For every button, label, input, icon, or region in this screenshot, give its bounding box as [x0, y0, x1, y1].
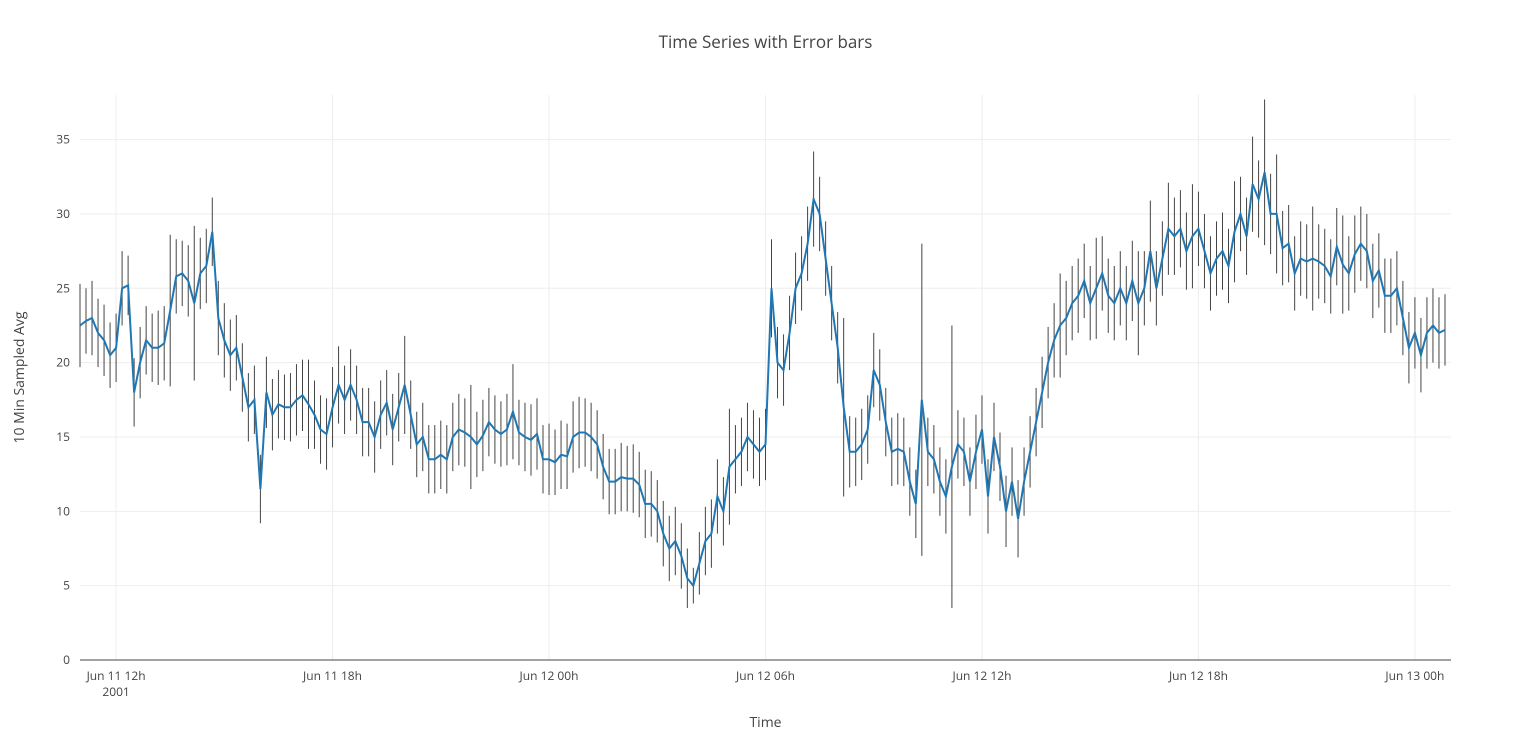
- x-tick-label: Jun 12 00h: [519, 667, 579, 684]
- y-tick-label: 15: [56, 428, 70, 445]
- x-axis-label: Time: [749, 713, 781, 732]
- y-axis-label: 10 Min Sampled Avg: [10, 311, 29, 443]
- y-tick-label: 10: [56, 502, 70, 519]
- x-tick-label: Jun 11 12h: [86, 667, 146, 684]
- chart-svg[interactable]: 0 5 10 15 20 25 30 35 Jun 11 12h2001 Jun 11 18h Ju…: [0, 0, 1531, 755]
- y-tick-label: 35: [56, 131, 70, 148]
- x-tick-label: Jun 11 18h: [302, 667, 362, 684]
- y-tick-label: 20: [56, 354, 70, 371]
- y-tick-label: 25: [56, 279, 70, 296]
- y-tick-label: 0: [63, 651, 70, 668]
- y-tick-label: 5: [63, 577, 70, 594]
- x-tick-label: Jun 12 18h: [1168, 667, 1228, 684]
- y-tick-label: 30: [56, 205, 70, 222]
- x-tick-label: Jun 13 00h: [1384, 667, 1444, 684]
- x-tick-label: Jun 12 12h: [951, 667, 1011, 684]
- x-tick-year: 2001: [102, 683, 129, 700]
- x-tick-label: Jun 12 06h: [735, 667, 795, 684]
